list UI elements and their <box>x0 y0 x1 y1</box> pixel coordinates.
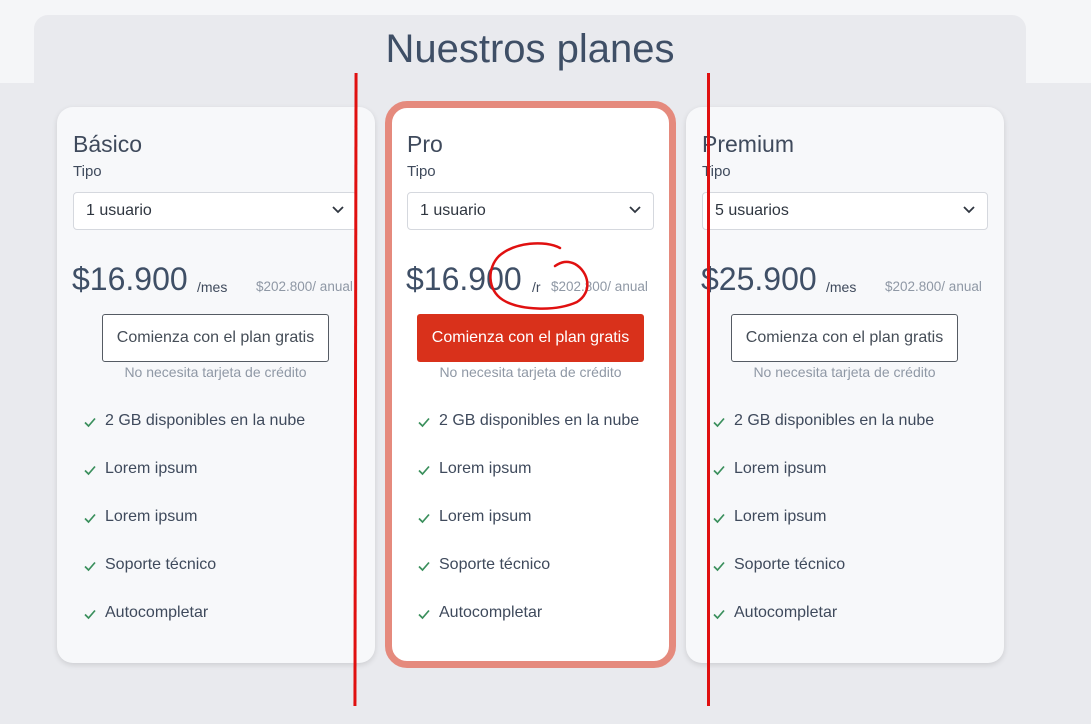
feature-item: Lorem ipsum <box>712 460 934 508</box>
check-icon <box>84 513 96 524</box>
no-card-note: No necesita tarjeta de crédito <box>124 364 307 380</box>
check-icon <box>418 465 430 476</box>
check-icon <box>84 609 96 620</box>
feature-text: Lorem ipsum <box>439 460 532 477</box>
check-icon <box>418 609 430 620</box>
price-period: /mes <box>826 279 857 295</box>
feature-text: Soporte técnico <box>734 556 846 573</box>
feature-item: 2 GB disponibles en la nube <box>712 412 934 460</box>
feature-list: 2 GB disponibles en la nube Lorem ipsum … <box>83 412 305 652</box>
feature-item: Lorem ipsum <box>83 508 305 556</box>
no-card-note: No necesita tarjeta de crédito <box>439 364 622 380</box>
plan-name: Básico <box>73 131 143 157</box>
plan-name: Pro <box>407 131 443 157</box>
check-icon <box>84 465 96 476</box>
feature-text: Soporte técnico <box>439 556 551 573</box>
feature-item: Soporte técnico <box>417 556 639 604</box>
feature-item: Soporte técnico <box>712 556 934 604</box>
plan-type-value: 1 usuario <box>420 202 486 219</box>
feature-item: Soporte técnico <box>83 556 305 604</box>
check-icon <box>418 561 430 572</box>
check-icon <box>713 465 725 476</box>
price: $25.900 <box>701 261 817 297</box>
feature-item: 2 GB disponibles en la nube <box>83 412 305 460</box>
feature-text: 2 GB disponibles en la nube <box>439 412 640 429</box>
plan-type-value: 1 usuario <box>86 202 152 219</box>
chevron-down-icon <box>332 206 344 214</box>
feature-text: Autocompletar <box>105 604 209 621</box>
check-icon <box>418 417 430 428</box>
feature-item: Autocompletar <box>712 604 934 652</box>
start-free-plan-button[interactable]: Comienza con el plan gratis <box>417 314 644 362</box>
check-icon <box>418 513 430 524</box>
feature-list: 2 GB disponibles en la nube Lorem ipsum … <box>712 412 934 652</box>
feature-text: Lorem ipsum <box>734 460 827 477</box>
check-icon <box>84 417 96 428</box>
plan-type-select[interactable]: 1 usuario <box>407 192 654 230</box>
feature-item: Lorem ipsum <box>417 508 639 556</box>
feature-item: Lorem ipsum <box>417 460 639 508</box>
feature-text: 2 GB disponibles en la nube <box>734 412 935 429</box>
check-icon <box>713 513 725 524</box>
feature-text: Lorem ipsum <box>734 508 827 525</box>
check-icon <box>713 417 725 428</box>
feature-text: Autocompletar <box>439 604 543 621</box>
check-icon <box>84 561 96 572</box>
feature-item: Lorem ipsum <box>83 460 305 508</box>
tipo-label: Tipo <box>407 163 436 180</box>
tipo-label: Tipo <box>73 163 102 180</box>
price-period: /mes <box>197 279 228 295</box>
feature-text: Autocompletar <box>734 604 838 621</box>
start-free-plan-button[interactable]: Comienza con el plan gratis <box>102 314 329 362</box>
feature-item: Lorem ipsum <box>712 508 934 556</box>
plan-card-pro: Pro Tipo 1 usuario $16.900 /r $202.800/ … <box>385 101 676 668</box>
annual-price: $202.800/ anual <box>256 279 353 294</box>
price: $16.900 <box>72 261 188 297</box>
plan-name: Premium <box>702 131 795 157</box>
annotation-circle <box>489 242 589 310</box>
feature-item: Autocompletar <box>417 604 639 652</box>
plan-card-premium: Premium Tipo 5 usuarios $25.900 /mes $20… <box>686 107 1004 663</box>
plan-type-value: 5 usuarios <box>715 202 789 219</box>
annual-price: $202.800/ anual <box>885 279 982 294</box>
feature-text: Lorem ipsum <box>105 460 198 477</box>
feature-text: Lorem ipsum <box>105 508 198 525</box>
start-free-plan-button[interactable]: Comienza con el plan gratis <box>731 314 958 362</box>
feature-list: 2 GB disponibles en la nube Lorem ipsum … <box>417 412 639 652</box>
feature-item: Autocompletar <box>83 604 305 652</box>
no-card-note: No necesita tarjeta de crédito <box>753 364 936 380</box>
annotation-line-right <box>707 73 710 706</box>
check-icon <box>713 561 725 572</box>
plan-type-select[interactable]: 5 usuarios <box>702 192 988 230</box>
feature-text: Lorem ipsum <box>439 508 532 525</box>
page-title: Nuestros planes <box>385 27 675 71</box>
chevron-down-icon <box>629 206 641 214</box>
feature-text: Soporte técnico <box>105 556 217 573</box>
check-icon <box>713 609 725 620</box>
chevron-down-icon <box>963 206 975 214</box>
feature-text: 2 GB disponibles en la nube <box>105 412 306 429</box>
plan-card-basico: Básico Tipo 1 usuario $16.900 /mes $202.… <box>57 107 375 663</box>
feature-item: 2 GB disponibles en la nube <box>417 412 639 460</box>
plan-type-select[interactable]: 1 usuario <box>73 192 357 230</box>
